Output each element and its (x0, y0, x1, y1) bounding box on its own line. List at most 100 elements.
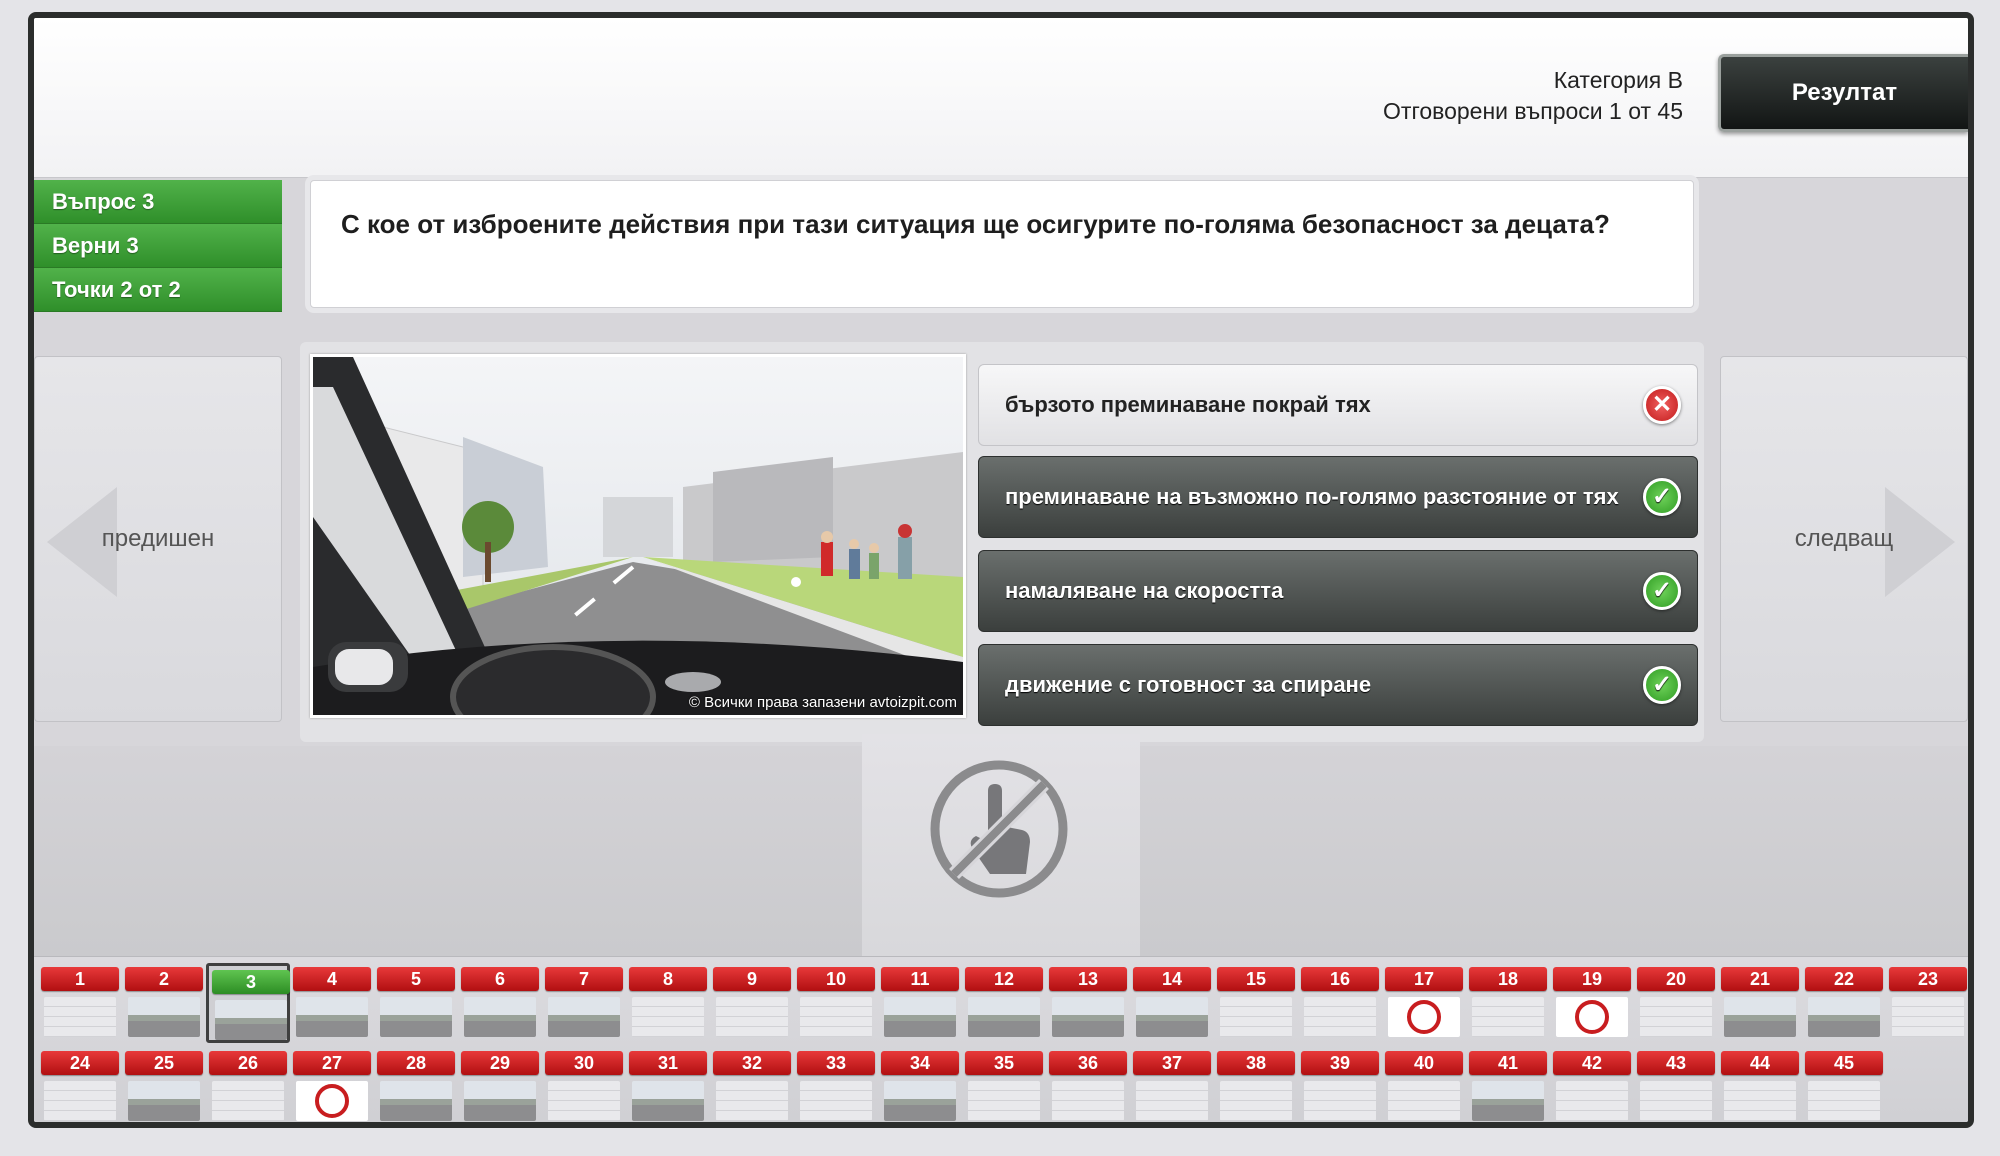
next-button[interactable]: следващ (1720, 356, 1968, 722)
grid-item-45[interactable]: 45 (1802, 1047, 1886, 1122)
grid-item-17[interactable]: 17 (1382, 963, 1466, 1043)
question-grid: 1 2 3 4 5 6 7 8 9 10 11 12 13 14 15 16 17 18 19 20 21 22 23 24 2… (34, 956, 1968, 1122)
grid-item-24[interactable]: 24 (38, 1047, 122, 1122)
grid-item-thumbnail (380, 997, 452, 1037)
question-number: Въпрос 3 (34, 180, 282, 224)
grid-item-7[interactable]: 7 (542, 963, 626, 1043)
category-label: Категория B (1553, 67, 1683, 93)
grid-item-number: 22 (1805, 967, 1883, 991)
grid-item-thumbnail (1052, 1081, 1124, 1121)
grid-item-27[interactable]: 27 (290, 1047, 374, 1122)
grid-item-thumbnail (1472, 997, 1544, 1037)
grid-item-18[interactable]: 18 (1466, 963, 1550, 1043)
grid-item-thumbnail (1136, 1081, 1208, 1121)
grid-item-9[interactable]: 9 (710, 963, 794, 1043)
grid-item-30[interactable]: 30 (542, 1047, 626, 1122)
grid-item-number: 38 (1217, 1051, 1295, 1075)
grid-item-thumbnail (44, 997, 116, 1037)
grid-item-29[interactable]: 29 (458, 1047, 542, 1122)
grid-item-thumbnail (1724, 997, 1796, 1037)
grid-item-thumbnail (464, 997, 536, 1037)
grid-item-2[interactable]: 2 (122, 963, 206, 1043)
grid-item-thumbnail (800, 1081, 872, 1121)
grid-item-thumbnail (1808, 1081, 1880, 1121)
grid-item-11[interactable]: 11 (878, 963, 962, 1043)
grid-item-thumbnail (1304, 997, 1376, 1037)
result-button[interactable]: Резултат (1718, 54, 1968, 132)
grid-item-19[interactable]: 19 (1550, 963, 1634, 1043)
grid-item-number: 40 (1385, 1051, 1463, 1075)
grid-item-number: 33 (797, 1051, 875, 1075)
grid-item-38[interactable]: 38 (1214, 1047, 1298, 1122)
grid-item-thumbnail (464, 1081, 536, 1121)
grid-item-4[interactable]: 4 (290, 963, 374, 1043)
copyright-text: © Всички права запазени avtoizpit.com (688, 694, 957, 711)
grid-item-number: 2 (125, 967, 203, 991)
grid-item-41[interactable]: 41 (1466, 1047, 1550, 1122)
grid-item-thumbnail (296, 1081, 368, 1121)
question-content: © Всички права запазени avtoizpit.com бъ… (300, 342, 1704, 742)
grid-item-number: 28 (377, 1051, 455, 1075)
check-circle-icon: ✓ (1643, 572, 1681, 610)
grid-item-number: 4 (293, 967, 371, 991)
grid-item-number: 36 (1049, 1051, 1127, 1075)
grid-item-number: 23 (1889, 967, 1967, 991)
grid-item-23[interactable]: 23 (1886, 963, 1968, 1043)
grid-item-40[interactable]: 40 (1382, 1047, 1466, 1122)
grid-item-6[interactable]: 6 (458, 963, 542, 1043)
grid-item-thumbnail (1304, 1081, 1376, 1121)
grid-item-8[interactable]: 8 (626, 963, 710, 1043)
grid-item-13[interactable]: 13 (1046, 963, 1130, 1043)
grid-item-35[interactable]: 35 (962, 1047, 1046, 1122)
grid-item-32[interactable]: 32 (710, 1047, 794, 1122)
answer-option-4[interactable]: движение с готовност за спиране ✓ (978, 644, 1698, 726)
grid-item-42[interactable]: 42 (1550, 1047, 1634, 1122)
answer-option-1[interactable]: бързото преминаване покрай тях ✕ (978, 364, 1698, 446)
grid-item-31[interactable]: 31 (626, 1047, 710, 1122)
check-circle-icon: ✓ (1643, 666, 1681, 704)
grid-item-number: 21 (1721, 967, 1799, 991)
grid-item-10[interactable]: 10 (794, 963, 878, 1043)
answer-text: намаляване на скоростта (1005, 578, 1284, 603)
grid-item-number: 1 (41, 967, 119, 991)
grid-item-thumbnail (1556, 1081, 1628, 1121)
answer-option-2[interactable]: преминаване на възможно по-голямо разсто… (978, 456, 1698, 538)
grid-item-thumbnail (548, 1081, 620, 1121)
grid-item-number: 8 (629, 967, 707, 991)
grid-item-12[interactable]: 12 (962, 963, 1046, 1043)
grid-item-number: 44 (1721, 1051, 1799, 1075)
grid-item-14[interactable]: 14 (1130, 963, 1214, 1043)
grid-item-1[interactable]: 1 (38, 963, 122, 1043)
grid-item-number: 5 (377, 967, 455, 991)
previous-label: предишен (101, 525, 215, 552)
grid-item-15[interactable]: 15 (1214, 963, 1298, 1043)
grid-item-5[interactable]: 5 (374, 963, 458, 1043)
grid-item-26[interactable]: 26 (206, 1047, 290, 1122)
grid-item-22[interactable]: 22 (1802, 963, 1886, 1043)
grid-item-thumbnail (632, 997, 704, 1037)
grid-item-thumbnail (1640, 1081, 1712, 1121)
grid-item-number: 15 (1217, 967, 1295, 991)
check-circle-icon: ✓ (1643, 478, 1681, 516)
arrow-right-icon (1885, 487, 1955, 597)
grid-item-number: 45 (1805, 1051, 1883, 1075)
question-text: С кое от изброените действия при тази си… (310, 180, 1694, 308)
grid-item-number: 3 (212, 970, 290, 994)
grid-item-28[interactable]: 28 (374, 1047, 458, 1122)
grid-item-43[interactable]: 43 (1634, 1047, 1718, 1122)
grid-item-37[interactable]: 37 (1130, 1047, 1214, 1122)
grid-item-44[interactable]: 44 (1718, 1047, 1802, 1122)
grid-item-33[interactable]: 33 (794, 1047, 878, 1122)
grid-item-25[interactable]: 25 (122, 1047, 206, 1122)
grid-item-3[interactable]: 3 (206, 963, 290, 1043)
answer-option-3[interactable]: намаляване на скоростта ✓ (978, 550, 1698, 632)
grid-item-21[interactable]: 21 (1718, 963, 1802, 1043)
grid-item-36[interactable]: 36 (1046, 1047, 1130, 1122)
grid-item-39[interactable]: 39 (1298, 1047, 1382, 1122)
grid-item-34[interactable]: 34 (878, 1047, 962, 1122)
grid-item-20[interactable]: 20 (1634, 963, 1718, 1043)
grid-item-16[interactable]: 16 (1298, 963, 1382, 1043)
grid-item-thumbnail (128, 1081, 200, 1121)
previous-button[interactable]: предишен (34, 356, 282, 722)
grid-item-thumbnail (884, 1081, 956, 1121)
